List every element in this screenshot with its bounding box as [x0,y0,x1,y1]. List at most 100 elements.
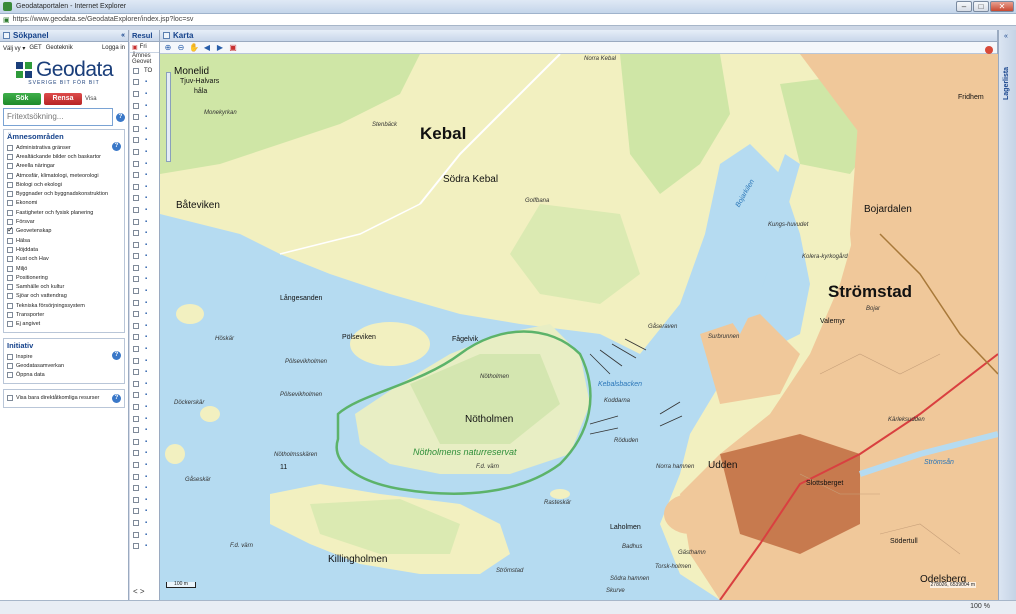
close-button[interactable]: ✕ [990,1,1014,12]
zoom-in-icon[interactable]: ⊕ [163,43,173,53]
result-row-checkbox[interactable] [133,241,139,248]
topic-option[interactable]: Höjddata [7,245,121,254]
address-url[interactable]: https://www.geodata.se/GeodataExplorer/i… [13,16,194,23]
map-close-icon[interactable] [985,46,993,54]
result-row[interactable]: ▪ [130,517,159,529]
topic-checkbox[interactable] [7,209,13,216]
select-all-checkbox[interactable] [133,67,139,74]
result-row[interactable]: ▪ [130,308,159,320]
result-row[interactable]: ▪ [130,77,159,89]
result-row[interactable]: ▪ [130,378,159,390]
clear-button[interactable]: Rensa [44,93,82,105]
topic-option[interactable]: Försvar [7,217,121,226]
minimize-button[interactable]: – [956,1,972,12]
topic-checkbox[interactable] [7,256,13,263]
result-row-checkbox[interactable] [133,415,139,422]
menu-view[interactable]: Välj vy ▾ [3,45,25,52]
result-row-checkbox[interactable] [133,253,139,260]
initiatives-help-icon[interactable]: ? [112,350,121,360]
result-row-checkbox[interactable] [133,450,139,457]
result-row[interactable]: ▪ [130,285,159,297]
topic-option[interactable]: Kust och Hav [7,255,121,264]
direct-access-checkbox[interactable] [7,395,13,402]
result-row-checkbox[interactable] [133,230,139,237]
map-canvas[interactable] [160,54,998,600]
result-row-checkbox[interactable] [133,322,139,329]
zoom-slider[interactable] [166,72,171,162]
result-row[interactable]: ▪ [130,297,159,309]
zoom-out-icon[interactable]: ⊖ [176,43,186,53]
result-row-checkbox[interactable] [133,276,139,283]
result-row[interactable]: ▪ [130,448,159,460]
result-row[interactable]: ▪ [130,355,159,367]
result-row-checkbox[interactable] [133,427,139,434]
result-row-checkbox[interactable] [133,438,139,445]
topic-checkbox[interactable] [7,225,14,235]
result-row-checkbox[interactable] [133,519,139,526]
result-row[interactable]: ▪ [130,529,159,541]
topic-option[interactable]: Geovetenskap [7,225,121,236]
result-row-checkbox[interactable] [133,102,139,109]
result-row[interactable]: ▪ [130,158,159,170]
result-row-checkbox[interactable] [133,264,139,271]
result-row-checkbox[interactable] [133,299,139,306]
result-row-checkbox[interactable] [133,148,139,155]
address-bar[interactable]: ▣ https://www.geodata.se/GeodataExplorer… [0,14,1016,26]
result-row[interactable]: ▪ [130,193,159,205]
result-row-checkbox[interactable] [133,334,139,341]
topic-checkbox[interactable] [7,219,13,226]
layer-list-strip[interactable]: « Lagerlista [998,30,1016,600]
result-row[interactable]: ▪ [130,274,159,286]
topic-option[interactable]: Samhälle och kultur [7,282,121,291]
topic-checkbox[interactable] [7,274,13,281]
pan-icon[interactable]: ✋ [189,43,199,53]
result-row[interactable]: ▪ [130,146,159,158]
next-extent-icon[interactable]: ▶ [215,43,225,53]
topic-option[interactable]: Transporter [7,310,121,319]
topic-option[interactable]: Positionering [7,273,121,282]
topic-checkbox[interactable] [7,293,13,300]
result-row[interactable]: ▪ [130,320,159,332]
freetext-search-input[interactable]: Fritextsökning... [3,108,113,126]
result-row[interactable]: ▪ [130,100,159,112]
result-row[interactable]: ▪ [130,343,159,355]
result-row-checkbox[interactable] [133,206,139,213]
result-row-checkbox[interactable] [133,160,139,167]
initiative-checkbox[interactable] [7,372,13,379]
topic-checkbox[interactable] [7,237,13,244]
result-row[interactable]: ▪ [130,482,159,494]
topic-option[interactable]: Atmosfär, klimatologi, meteorologi [7,171,121,180]
result-row-checkbox[interactable] [133,172,139,179]
pdf-export-icon[interactable]: ▣ [228,43,238,53]
result-row[interactable]: ▪ [130,459,159,471]
result-row[interactable]: ▪ [130,436,159,448]
topic-checkbox[interactable] [7,163,13,170]
initiative-option[interactable]: Geodatasamverkan [7,361,121,370]
topic-checkbox[interactable] [7,144,13,151]
result-row-checkbox[interactable] [133,496,139,503]
collapse-left-icon[interactable]: « [121,32,125,39]
result-row-checkbox[interactable] [133,79,139,86]
result-row-checkbox[interactable] [133,357,139,364]
topic-option[interactable]: Areella näringar [7,162,121,171]
result-row[interactable]: ▪ [130,401,159,413]
result-row[interactable]: ▪ [130,390,159,402]
direct-access-help-icon[interactable]: ? [112,393,121,403]
result-row-checkbox[interactable] [133,531,139,538]
topic-checkbox[interactable] [7,302,13,309]
zoom-level[interactable]: 100 % [970,603,990,610]
pdf-icon[interactable]: ▣ [132,44,138,51]
result-row-checkbox[interactable] [133,485,139,492]
result-row-checkbox[interactable] [133,125,139,132]
topic-checkbox[interactable] [7,181,13,188]
topic-option[interactable]: Biologi och ekologi [7,180,121,189]
result-row[interactable]: ▪ [130,366,159,378]
result-row-checkbox[interactable] [133,183,139,190]
result-row-checkbox[interactable] [133,288,139,295]
topic-option[interactable]: Hälsa [7,236,121,245]
result-row[interactable]: ▪ [130,506,159,518]
result-pager[interactable]: < > [133,587,145,596]
previous-extent-icon[interactable]: ◀ [202,43,212,53]
result-row-checkbox[interactable] [133,461,139,468]
topic-checkbox[interactable] [7,265,13,272]
